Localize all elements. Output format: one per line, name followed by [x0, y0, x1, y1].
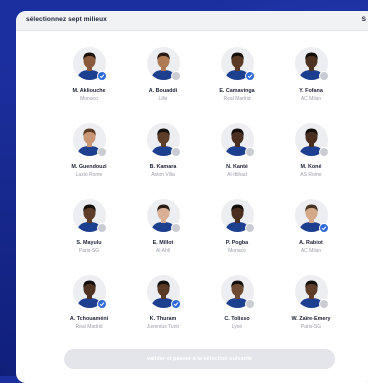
player-name: N. Kanté	[226, 164, 248, 170]
player-grid: M. Akliouche Monaco A. Bouaddi Lille E. Cama…	[52, 47, 348, 351]
player-avatar	[220, 47, 255, 81]
unchecked-icon	[318, 299, 329, 309]
player-card[interactable]: N. Kanté Al-Ittihad	[200, 123, 274, 199]
player-card[interactable]: A. Rabiot AC Milan	[274, 199, 348, 275]
unchecked-icon	[244, 223, 255, 233]
player-card[interactable]: M. Guendouzi Lazio Rome	[52, 123, 126, 199]
player-club: Monaco	[80, 96, 98, 102]
player-avatar	[72, 123, 107, 157]
player-card[interactable]: A. Tchouaméni Real Madrid	[52, 275, 126, 351]
player-card[interactable]: M. Koné AS Rome	[274, 123, 348, 199]
player-card[interactable]: S. Mayulu Paris-SG	[52, 199, 126, 275]
player-name: A. Bouaddi	[148, 88, 178, 94]
unchecked-icon	[96, 223, 107, 233]
unchecked-icon	[244, 299, 255, 309]
player-card[interactable]: C. Tolisso Lyon	[200, 275, 274, 351]
player-avatar	[146, 123, 181, 157]
player-club: AS Rome	[300, 172, 322, 178]
player-avatar	[72, 275, 107, 309]
player-avatar	[294, 199, 329, 233]
player-avatar	[294, 275, 329, 309]
player-name: B. Kamara	[149, 164, 177, 170]
player-card[interactable]: W. Zaïre-Emery Paris-SG	[274, 275, 348, 351]
player-avatar	[146, 275, 181, 309]
player-avatar	[146, 47, 181, 81]
player-name: M. Akliouche	[72, 88, 106, 94]
player-club: AC Milan	[300, 96, 322, 102]
player-club: Lille	[158, 96, 168, 102]
player-name: C. Tolisso	[224, 316, 250, 322]
player-avatar	[220, 199, 255, 233]
check-icon	[170, 299, 181, 309]
player-club: Monaco	[228, 248, 246, 254]
validate-next-selection-button[interactable]: valider et passer à la sélection suivant…	[64, 349, 335, 369]
player-club: Lyon	[231, 324, 243, 330]
player-club: Real Madrid	[223, 96, 251, 102]
player-club: Al-Ittihad	[227, 172, 247, 178]
panel-header-right-label: S	[361, 16, 366, 23]
player-club: Al Ahli	[156, 248, 170, 254]
player-name: S. Mayulu	[76, 240, 102, 246]
player-name: E. Camavinga	[219, 88, 255, 94]
player-name: K. Thuram	[149, 316, 177, 322]
player-club: Aston Villa	[151, 172, 175, 178]
player-name: A. Rabiot	[299, 240, 323, 246]
player-club: Lazio Rome	[75, 172, 103, 178]
player-card[interactable]: P. Pogba Monaco	[200, 199, 274, 275]
player-avatar	[72, 47, 107, 81]
player-club: AC Milan	[300, 248, 322, 254]
player-avatar	[220, 123, 255, 157]
panel-header: sélectionnez sept milieux S	[16, 11, 368, 31]
player-card[interactable]: E. Camavinga Real Madrid	[200, 47, 274, 123]
player-club: Juventus Turin	[146, 324, 180, 330]
unchecked-icon	[170, 223, 181, 233]
player-name: Y. Fofana	[299, 88, 323, 94]
player-card[interactable]: E. Millot Al Ahli	[126, 199, 200, 275]
check-icon	[318, 223, 329, 233]
player-name: P. Pogba	[225, 240, 249, 246]
player-club: Paris-SG	[300, 324, 322, 330]
player-card[interactable]: K. Thuram Juventus Turin	[126, 275, 200, 351]
check-icon	[96, 71, 107, 81]
player-avatar	[294, 47, 329, 81]
check-icon	[244, 71, 255, 81]
player-name: M. Koné	[300, 164, 322, 170]
player-name: E. Millot	[152, 240, 174, 246]
player-avatar	[294, 123, 329, 157]
player-avatar	[146, 199, 181, 233]
unchecked-icon	[96, 147, 107, 157]
player-card[interactable]: B. Kamara Aston Villa	[126, 123, 200, 199]
player-name: W. Zaïre-Emery	[291, 316, 331, 322]
player-club: Paris-SG	[78, 248, 100, 254]
unchecked-icon	[170, 71, 181, 81]
player-avatar	[220, 275, 255, 309]
unchecked-icon	[170, 147, 181, 157]
player-card[interactable]: Y. Fofana AC Milan	[274, 47, 348, 123]
unchecked-icon	[318, 71, 329, 81]
check-icon	[96, 299, 107, 309]
player-avatar	[72, 199, 107, 233]
player-card[interactable]: M. Akliouche Monaco	[52, 47, 126, 123]
panel-title: sélectionnez sept milieux	[26, 16, 107, 23]
unchecked-icon	[244, 147, 255, 157]
player-card[interactable]: A. Bouaddi Lille	[126, 47, 200, 123]
player-name: M. Guendouzi	[71, 164, 107, 170]
player-club: Real Madrid	[75, 324, 103, 330]
player-name: A. Tchouaméni	[69, 316, 109, 322]
unchecked-icon	[318, 147, 329, 157]
